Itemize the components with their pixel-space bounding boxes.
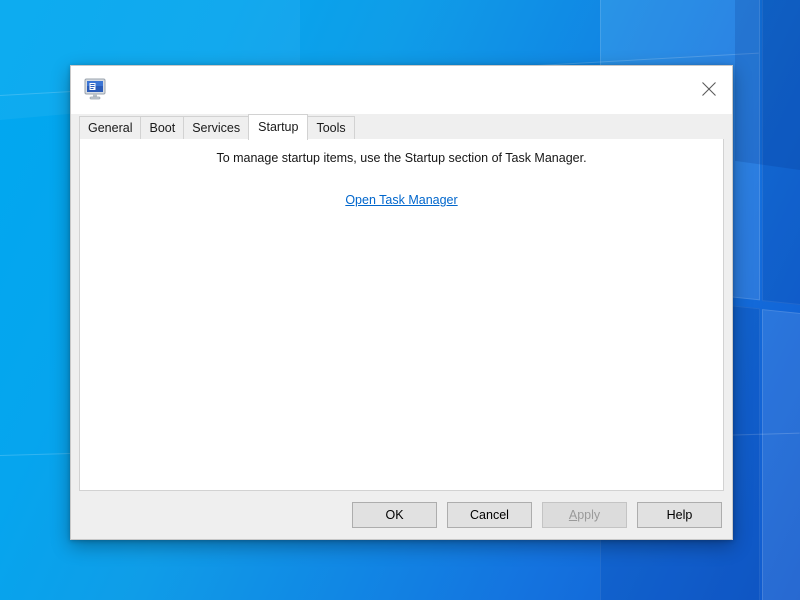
tab-tools[interactable]: Tools: [307, 116, 355, 139]
tab-boot[interactable]: Boot: [140, 116, 185, 139]
help-button[interactable]: Help: [637, 502, 722, 528]
hero-quadrant-bottom-right: [762, 309, 800, 600]
ok-button[interactable]: OK: [352, 502, 437, 528]
window-titlebar: [71, 66, 732, 114]
startup-tab-panel: To manage startup items, use the Startup…: [79, 138, 724, 491]
startup-instruction-text: To manage startup items, use the Startup…: [216, 151, 587, 165]
apply-button[interactable]: Apply: [542, 502, 627, 528]
apply-button-rest: pply: [577, 508, 601, 522]
close-x-glyph: [702, 82, 716, 96]
close-icon[interactable]: [686, 66, 732, 112]
cancel-button[interactable]: Cancel: [447, 502, 532, 528]
msconfig-monitor-icon: [83, 76, 109, 102]
tab-startup[interactable]: Startup: [248, 114, 309, 140]
open-task-manager-link[interactable]: Open Task Manager: [345, 193, 457, 207]
tab-general[interactable]: General: [79, 116, 142, 139]
apply-accel-letter: A: [568, 508, 578, 522]
hero-quadrant-top-right: [762, 0, 800, 319]
open-task-manager-link-wrap: Open Task Manager: [80, 191, 723, 209]
dialog-button-bar: OK Cancel Apply Help: [71, 491, 732, 539]
system-configuration-window: General Boot Services Startup Tools To m…: [70, 65, 733, 540]
tab-bar: General Boot Services Startup Tools: [71, 114, 732, 140]
tab-services[interactable]: Services: [183, 116, 250, 139]
